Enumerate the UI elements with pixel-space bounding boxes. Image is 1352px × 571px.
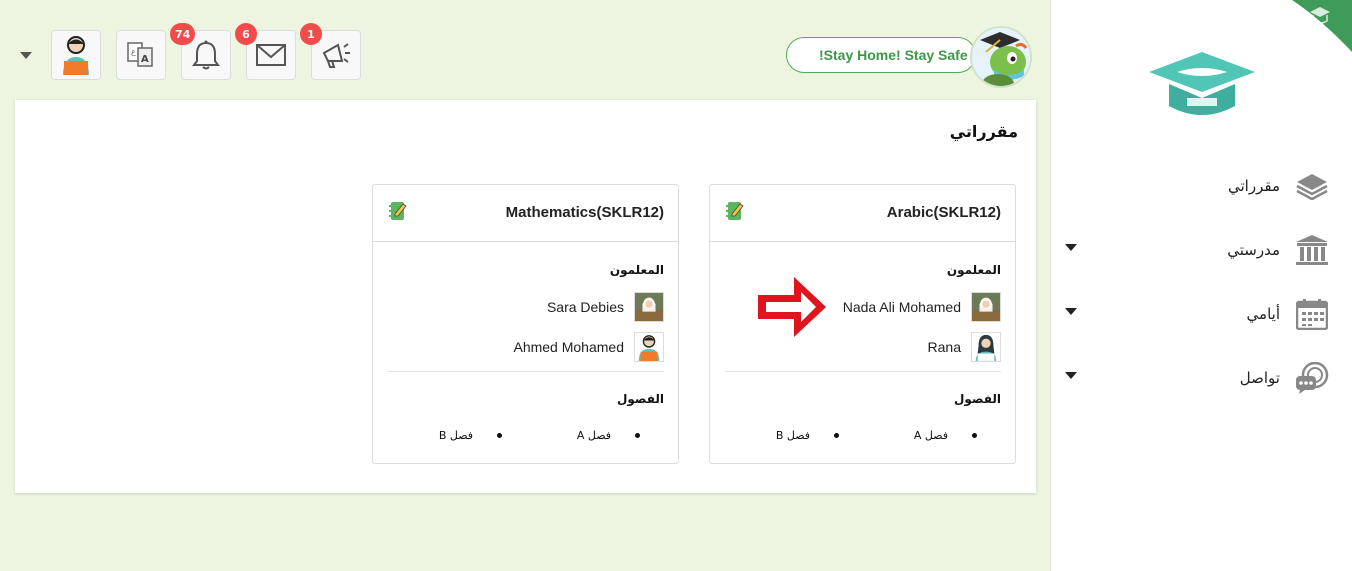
class-item[interactable]: فصل A: [914, 429, 977, 442]
teachers-label: المعلمون: [946, 263, 1001, 277]
school-building-icon: [1294, 232, 1330, 268]
teacher-name: Sara Debies: [546, 299, 624, 315]
classes-label: الفصول: [616, 392, 664, 406]
logo-graduation-cap-icon: [1149, 52, 1255, 115]
class-item[interactable]: فصل B: [439, 429, 502, 442]
chat-bubbles-icon: [1294, 360, 1330, 396]
corner-ribbon-icon: [1292, 0, 1352, 52]
notifications-button[interactable]: 74: [170, 23, 231, 80]
bell-icon: [192, 40, 220, 70]
red-arrow-icon: [758, 277, 826, 337]
svg-text:A: A: [141, 54, 149, 65]
teacher-name: Nada Ali Mohamed: [842, 299, 961, 315]
teacher-name: Rana: [927, 339, 961, 355]
male-avatar-icon: [634, 332, 664, 362]
announcements-count-badge: 1: [300, 23, 322, 45]
course-title[interactable]: Arabic(SKLR12): [887, 204, 1001, 221]
bullet-icon: [834, 433, 839, 438]
sidebar-item-my-school[interactable]: مدرستي: [1051, 230, 1352, 270]
sidebar-item-my-courses[interactable]: مقرراتي: [1051, 166, 1352, 206]
teacher-row[interactable]: Nada Ali Mohamed: [843, 292, 1001, 322]
messages-count-badge: 6: [235, 23, 257, 45]
teachers-label: المعلمون: [609, 263, 664, 277]
female-hijab-avatar-icon: [971, 332, 1001, 362]
notification-count-badge: 74: [170, 23, 196, 45]
translate-icon: Aع: [127, 42, 153, 67]
sidebar-item-label: تواصل: [1239, 369, 1280, 387]
calendar-icon: [1294, 296, 1330, 332]
class-label: فصل A: [576, 429, 611, 442]
svg-text:ع: ع: [131, 47, 136, 56]
teacher-photo: [634, 292, 664, 322]
stay-home-banner: !Stay Home! Stay Safe: [786, 37, 976, 73]
sidebar-item-label: مقرراتي: [1228, 177, 1280, 195]
bullet-icon: [972, 433, 977, 438]
class-item[interactable]: فصل A: [577, 429, 640, 442]
announcements-button[interactable]: 1: [300, 23, 361, 80]
classes-label: الفصول: [953, 392, 1001, 406]
notebook-icon: [389, 202, 407, 220]
course-title[interactable]: Mathematics(SKLR12): [506, 204, 664, 221]
envelope-icon: [256, 44, 286, 66]
teacher-row[interactable]: Ahmed Mohamed: [513, 332, 664, 362]
translate-button[interactable]: Aع: [116, 30, 166, 80]
class-label: فصل A: [913, 429, 948, 442]
sidebar: مقرراتي مدرستي أيامي تواصل: [1050, 0, 1352, 571]
teacher-photo: [971, 292, 1001, 322]
divider: [725, 371, 1001, 372]
class-label: فصل B: [438, 429, 473, 442]
chevron-down-icon[interactable]: [1065, 308, 1077, 315]
chevron-down-icon[interactable]: [1065, 372, 1077, 379]
page-title: مقرراتي: [949, 122, 1018, 141]
bullet-icon: [635, 433, 640, 438]
notebook-icon: [726, 202, 744, 220]
teacher-row[interactable]: Sara Debies: [547, 292, 664, 322]
mascot-avatar: [970, 26, 1032, 88]
course-card-mathematics[interactable]: Mathematics(SKLR12) المعلمون Sara Debies…: [372, 184, 679, 464]
courses-panel: مقرراتي Mathematics(SKLR12) المعلمون Sar…: [15, 100, 1036, 493]
top-bar: Aع 74 6 1 !Stay Home! Stay Safe: [0, 0, 1050, 100]
sidebar-item-label: مدرستي: [1227, 241, 1280, 259]
course-card-header: Arabic(SKLR12): [710, 185, 1015, 242]
teacher-row[interactable]: Rana: [928, 332, 1001, 362]
chevron-down-icon[interactable]: [1065, 244, 1077, 251]
profile-button[interactable]: [51, 30, 101, 80]
class-item[interactable]: فصل B: [776, 429, 839, 442]
layers-icon: [1294, 168, 1330, 204]
sidebar-item-communication[interactable]: تواصل: [1051, 358, 1352, 398]
course-card-header: Mathematics(SKLR12): [373, 185, 678, 242]
teacher-name: Ahmed Mohamed: [513, 339, 624, 355]
user-avatar-icon: [63, 36, 89, 75]
bullet-icon: [497, 433, 502, 438]
sidebar-item-my-days[interactable]: أيامي: [1051, 294, 1352, 334]
messages-button[interactable]: 6: [235, 23, 296, 80]
class-label: فصل B: [775, 429, 810, 442]
sidebar-item-label: أيامي: [1246, 305, 1280, 323]
megaphone-icon: [322, 43, 350, 68]
chevron-down-icon[interactable]: [20, 52, 32, 59]
turtle-graduate-icon: [972, 28, 1030, 86]
divider: [388, 371, 664, 372]
